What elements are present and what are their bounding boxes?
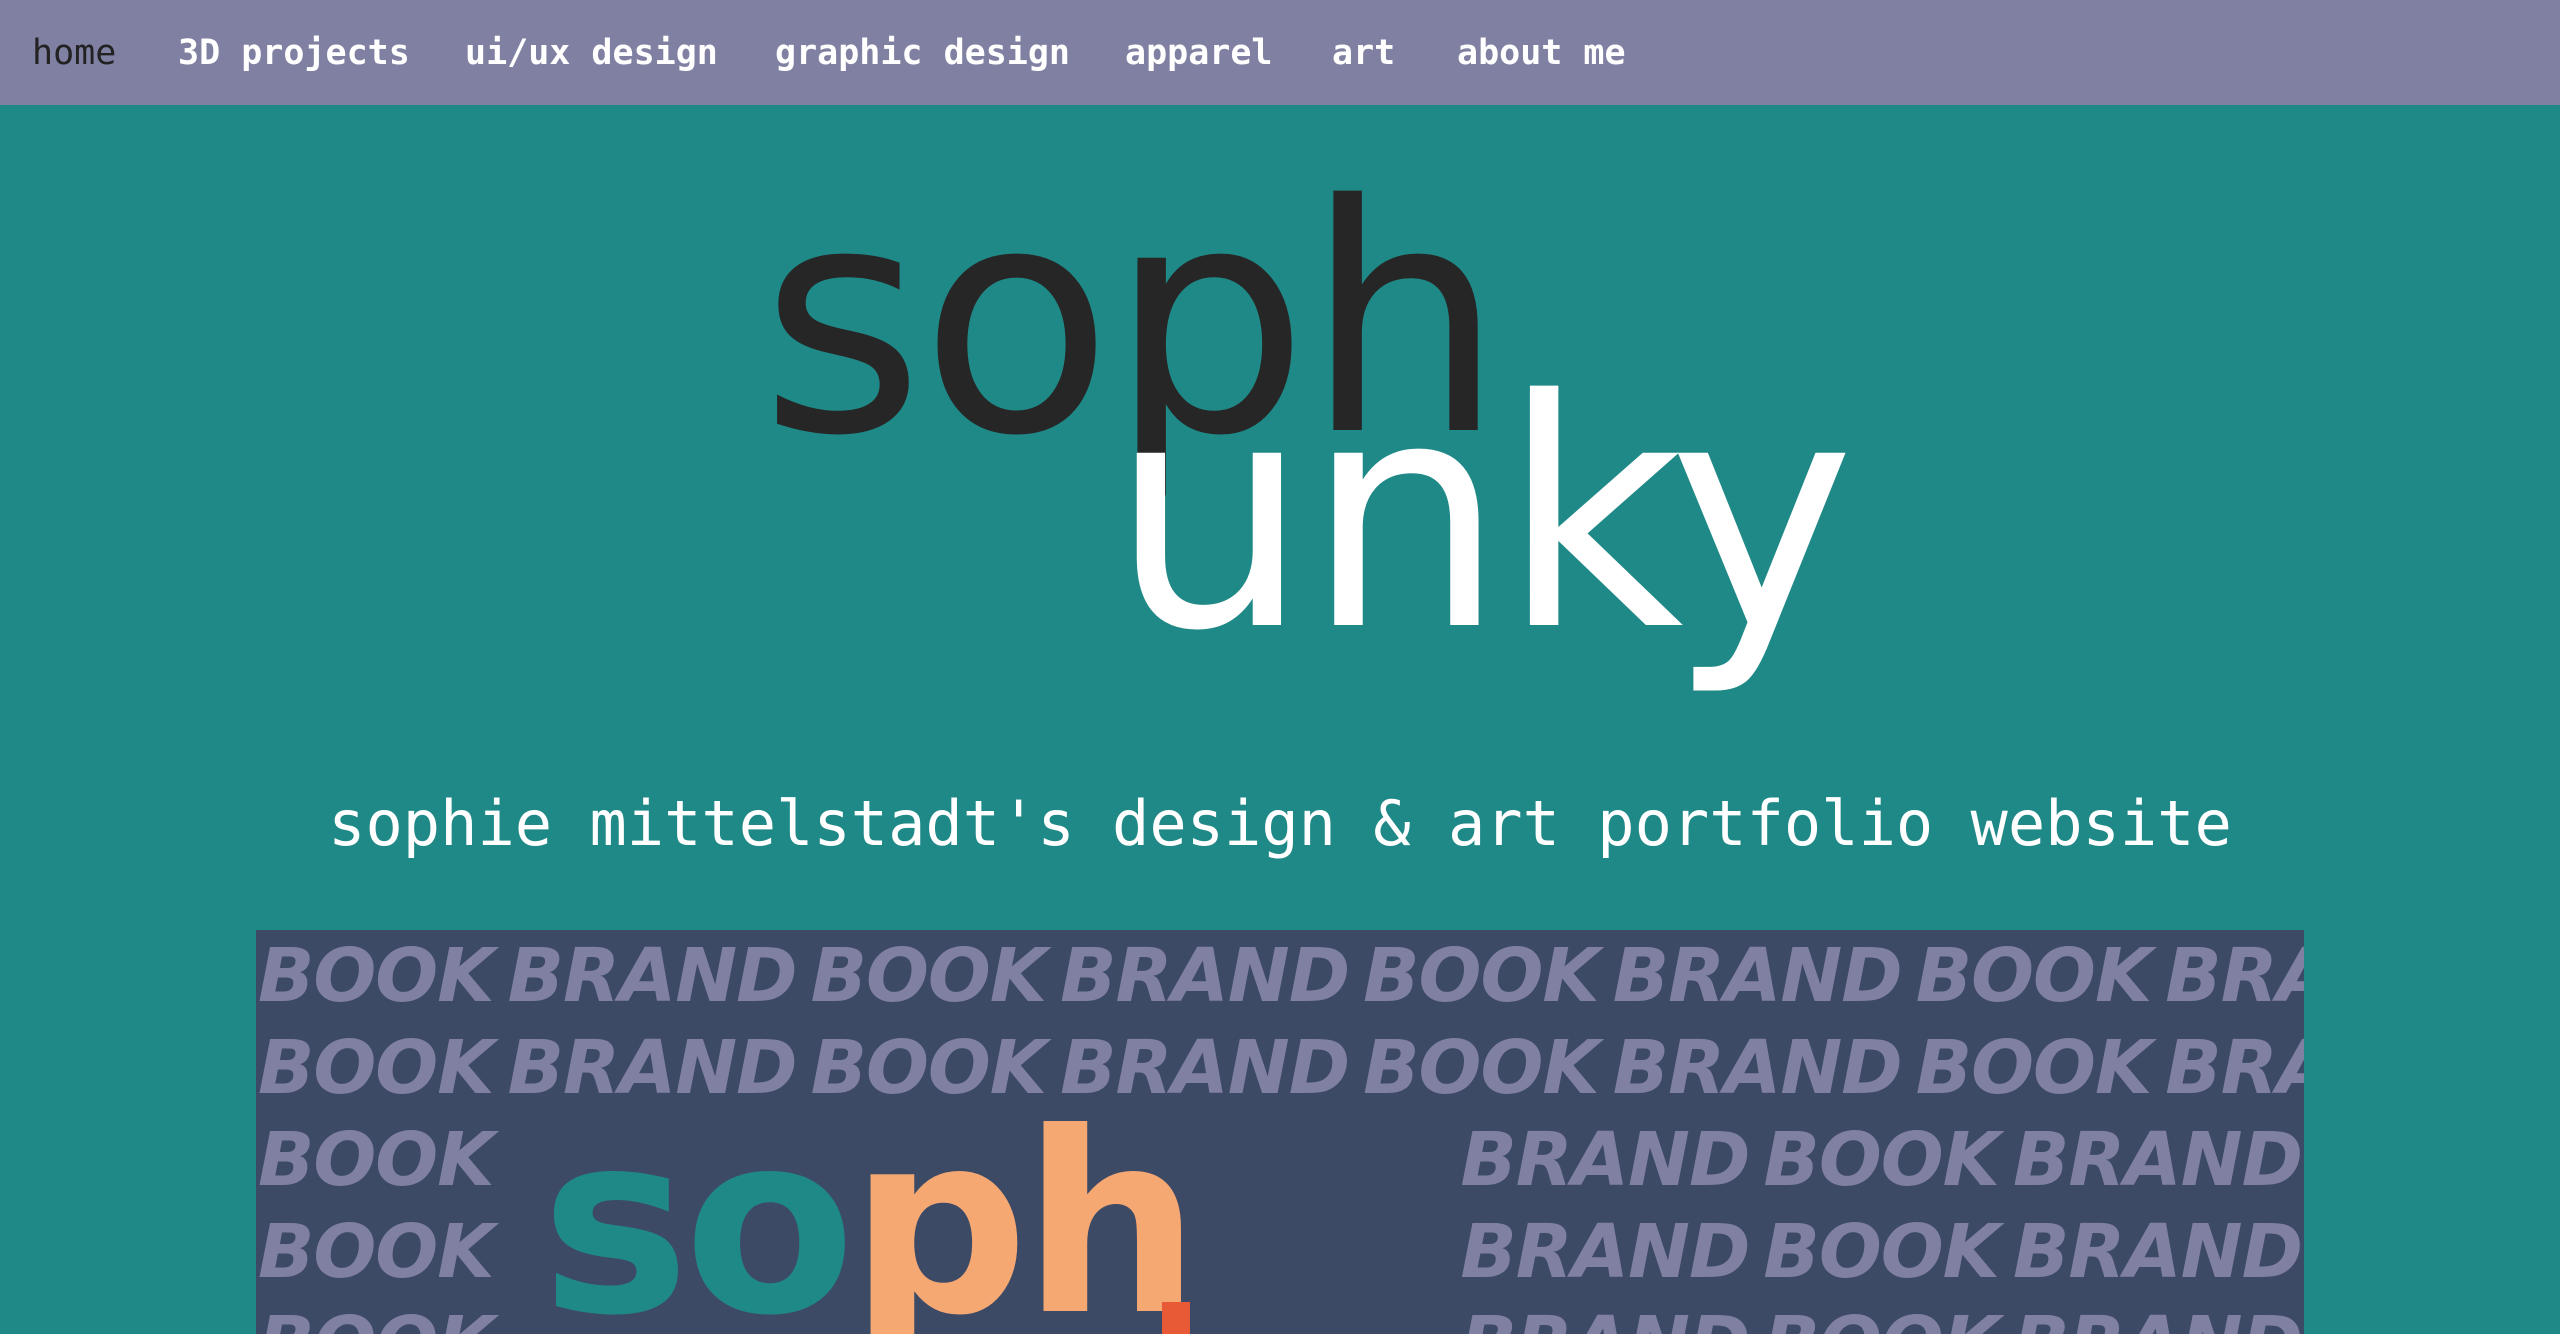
banner-word: BRAND: [2012, 1209, 2303, 1295]
banner-word: BOOK: [258, 1209, 495, 1295]
banner-word: BOOK: [258, 1025, 495, 1111]
banner-word: BRAND: [1612, 1025, 1903, 1111]
banner-word: BRAND: [1460, 1117, 1750, 1203]
banner-word: BRAND: [1612, 933, 1903, 1019]
nav-apparel[interactable]: apparel: [1125, 28, 1273, 78]
banner-word: BOOK: [1763, 1117, 2000, 1203]
banner-word: BOOK: [810, 933, 1048, 1019]
banner-word: BOOK: [1763, 1301, 2000, 1334]
nav-art[interactable]: art: [1332, 28, 1395, 78]
banner-word: BOOK: [1763, 1209, 2000, 1295]
nav-graphic-design[interactable]: graphic design: [775, 28, 1070, 78]
banner-text-row-right: BRANDBOOKBRAND: [1446, 1114, 2303, 1206]
banner-text-row-right: BRANDBOOKBRAND: [1446, 1206, 2303, 1298]
site-logo: soph unky: [0, 105, 2560, 705]
banner-word: BRAND: [2012, 1117, 2303, 1203]
top-nav: home 3D projects ui/ux design graphic de…: [0, 0, 2560, 105]
banner-word: BRAND: [2165, 933, 2304, 1019]
banner-word: BOOK: [1915, 933, 2153, 1019]
nav-home[interactable]: home: [32, 28, 116, 78]
banner-word: BRAND: [2165, 1025, 2304, 1111]
banner-word: BOOK: [1363, 1025, 1600, 1111]
banner-text-row: BOOKBRANDBOOKBRANDBOOKBRANDBOOKBRAND: [258, 930, 2304, 1022]
banner-text-row-left: BOOK: [258, 1206, 495, 1298]
banner-word: BRAND: [1460, 1301, 1750, 1334]
banner-word: BOOK: [258, 1301, 495, 1334]
brand-book-logo: soph: [541, 1100, 1200, 1334]
nav-uiux-design[interactable]: ui/ux design: [465, 28, 718, 78]
nav-about-me[interactable]: about me: [1457, 28, 1626, 78]
site-tagline: sophie mittelstadt's design & art portfo…: [328, 787, 2232, 860]
banner-word: BOOK: [258, 933, 495, 1019]
brand-book-banner[interactable]: BOOKBRANDBOOKBRANDBOOKBRANDBOOKBRAND BOO…: [256, 930, 2304, 1334]
banner-word: BOOK: [258, 1117, 495, 1203]
brand-logo-so: so: [541, 1079, 856, 1334]
logo-bottom-text: unky: [1110, 334, 1855, 700]
banner-word: BRAND: [2013, 1301, 2303, 1334]
nav-3d-projects[interactable]: 3D projects: [178, 28, 410, 78]
banner-word: BRAND: [507, 933, 798, 1019]
banner-text-row-left: BOOK: [258, 1114, 495, 1206]
banner-word: BOOK: [1915, 1025, 2153, 1111]
banner-text-row-left: BOOK: [258, 1298, 495, 1334]
banner-word: BRAND: [1060, 933, 1350, 1019]
banner-word: BOOK: [1363, 933, 1600, 1019]
brand-logo-dot: [1162, 1302, 1190, 1334]
banner-word: BRAND: [1460, 1209, 1750, 1295]
brand-logo-ph: ph: [849, 1079, 1201, 1334]
banner-text-row-right: BRAND BOOK BRAND: [1446, 1298, 2303, 1334]
